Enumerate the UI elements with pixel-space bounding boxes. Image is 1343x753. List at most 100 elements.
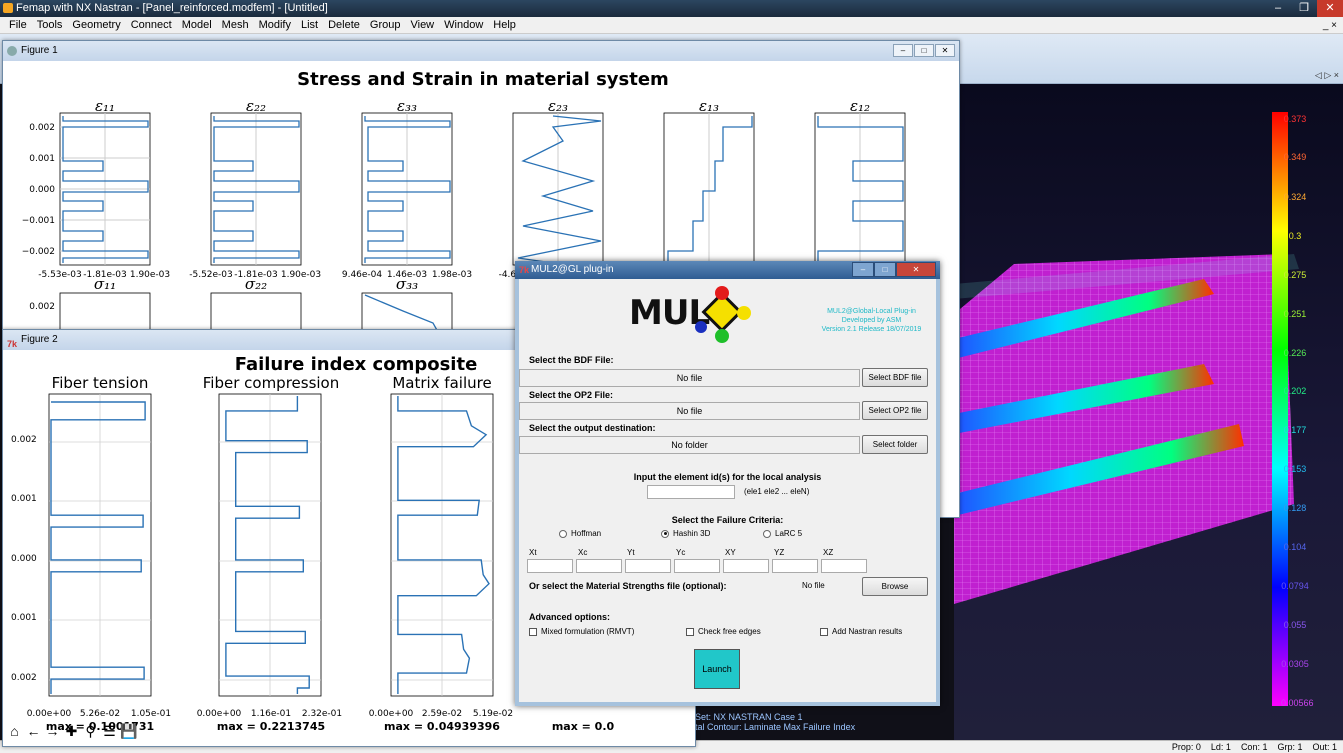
menu-tools[interactable]: Tools	[32, 19, 68, 31]
y-tick: 0.000	[29, 185, 55, 195]
radio-label: Hashin 3D	[673, 529, 711, 538]
menu-model[interactable]: Model	[177, 19, 217, 31]
status-load: Ld: 1	[1210, 742, 1231, 752]
checkbox-add-nastran-results[interactable]: Add Nastran results	[820, 627, 902, 636]
mdi-controls[interactable]: _ ×	[1318, 20, 1343, 31]
minimize-button[interactable]: –	[893, 44, 913, 57]
figure-1-title: Figure 1	[21, 45, 58, 56]
menu-group[interactable]: Group	[365, 19, 406, 31]
figure-1-title-bar: Figure 1 – □ ✕	[3, 41, 959, 61]
zoom-icon[interactable]: ⚲	[82, 722, 99, 740]
y-tick: −0.001	[22, 216, 55, 226]
strength-label-yc: Yc	[676, 548, 686, 557]
panel-e11: ε₁₁	[59, 97, 151, 266]
strength-input-xy[interactable]	[723, 559, 769, 573]
info-line: Developed by ASM	[841, 317, 902, 324]
panel-e22: ε₂₂	[210, 97, 302, 266]
close-button[interactable]: ✕	[896, 262, 936, 277]
strength-input-yc[interactable]	[674, 559, 720, 573]
minimize-button[interactable]: –	[852, 262, 874, 277]
menu-mesh[interactable]: Mesh	[217, 19, 254, 31]
panel-title: σ₁₁	[94, 275, 116, 293]
y-tick: 0.002	[29, 302, 55, 312]
close-button[interactable]: ✕	[1317, 0, 1343, 17]
y-tick: 0.001	[29, 154, 55, 164]
maximize-button[interactable]: □	[874, 262, 896, 277]
x-tick: 5.26e-02	[80, 709, 120, 719]
maximize-button[interactable]: □	[914, 44, 934, 57]
home-icon[interactable]: ⌂	[6, 722, 23, 740]
minimize-button[interactable]: –	[1265, 0, 1291, 17]
checkbox-check-free-edges[interactable]: Check free edges	[686, 627, 761, 636]
figure-icon	[7, 46, 17, 56]
view-tab-controls[interactable]: ◁ ▷ ×	[1315, 70, 1339, 81]
bdf-path-field: No file	[519, 369, 860, 387]
x-tick: 0.00e+00	[369, 709, 414, 719]
max-label: max = 0.04939396	[384, 720, 500, 733]
radio-hashin-3d[interactable]: Hashin 3D	[661, 529, 710, 538]
output-label: Select the output destination:	[529, 423, 656, 433]
strain-panels: ε₁₁ ε₂₂ ε₃₃ ε₂₃ ε₁₃ ε₁₂	[59, 97, 906, 266]
pan-icon[interactable]: ✚	[63, 722, 80, 740]
figure-2-suptitle: Failure index composite	[235, 354, 478, 375]
x-tick: 5.19e-02	[473, 709, 513, 719]
x-tick: 0.00e+00	[197, 709, 242, 719]
menu-list[interactable]: List	[296, 19, 323, 31]
launch-button[interactable]: Launch	[694, 649, 740, 689]
output-path-field: No folder	[519, 436, 860, 454]
legend-value: 0.0794	[1281, 581, 1309, 591]
select-folder-button[interactable]: Select folder	[862, 435, 928, 454]
panel-title: σ₂₂	[245, 275, 267, 293]
menu-modify[interactable]: Modify	[254, 19, 296, 31]
mul2-title-bar: 7k MUL2@GL plug-in – □ ✕	[515, 261, 940, 279]
element-ids-hint: (ele1 ele2 ... eleN)	[744, 487, 810, 496]
restore-button[interactable]: ❐	[1291, 0, 1317, 17]
output-set-label: Set: NX NASTRAN Case 1	[695, 712, 803, 722]
legend-value: 0.226	[1283, 348, 1307, 358]
strength-input-xt[interactable]	[527, 559, 573, 573]
panel-e12: ε₁₂	[814, 97, 906, 266]
radio-larc5[interactable]: LaRC 5	[763, 529, 802, 538]
select-bdf-button[interactable]: Select BDF file	[862, 368, 928, 387]
checkbox-box	[820, 627, 828, 636]
strength-input-xz[interactable]	[821, 559, 867, 573]
strengths-file-label: Or select the Material Strengths file (o…	[529, 581, 727, 591]
panel-title: Fiber compression	[203, 374, 340, 392]
mul2-logo: MUL	[629, 283, 779, 347]
browse-button[interactable]: Browse	[862, 577, 928, 596]
legend-value: 0.00566	[1281, 698, 1314, 708]
radio-hoffman[interactable]: Hoffman	[559, 529, 601, 538]
back-icon[interactable]: ←	[25, 722, 42, 740]
legend-value: 0.349	[1283, 152, 1307, 162]
radio-indicator	[763, 529, 771, 538]
element-ids-input[interactable]	[647, 485, 735, 499]
x-tick: 2.59e-02	[422, 709, 462, 719]
mul2-plugin-dialog[interactable]: 7k MUL2@GL plug-in – □ ✕ MUL MUL2@Global…	[515, 261, 940, 706]
y-tick: −0.002	[22, 247, 55, 257]
failure-criteria-label: Select the Failure Criteria:	[671, 515, 784, 525]
menu-connect[interactable]: Connect	[126, 19, 177, 31]
select-op2-button[interactable]: Select OP2 file	[862, 401, 928, 420]
max-label: max = 0.0	[552, 720, 615, 733]
forward-icon[interactable]: →	[44, 722, 61, 740]
configure-icon[interactable]: ☰	[101, 722, 118, 740]
element-ids-label: Input the element id(s) for the local an…	[633, 472, 822, 482]
strength-input-xc[interactable]	[576, 559, 622, 573]
menu-help[interactable]: Help	[488, 19, 521, 31]
panel-title: ε₁₂	[850, 97, 870, 115]
legend-value: 0.251	[1283, 309, 1307, 319]
strength-input-yz[interactable]	[772, 559, 818, 573]
menu-window[interactable]: Window	[439, 19, 488, 31]
panel-e23: ε₂₃	[512, 97, 604, 266]
panel-title: σ₃₃	[396, 275, 418, 293]
menu-file[interactable]: File	[4, 19, 32, 31]
menu-geometry[interactable]: Geometry	[67, 19, 125, 31]
close-button[interactable]: ✕	[935, 44, 955, 57]
radio-label: LaRC 5	[775, 529, 803, 538]
checkbox-label: Mixed formulation (RMVT)	[541, 627, 635, 636]
menu-delete[interactable]: Delete	[323, 19, 365, 31]
save-icon[interactable]: 💾	[120, 722, 137, 740]
checkbox-mixed-formulation[interactable]: Mixed formulation (RMVT)	[529, 627, 634, 636]
menu-view[interactable]: View	[405, 19, 439, 31]
strength-input-yt[interactable]	[625, 559, 671, 573]
